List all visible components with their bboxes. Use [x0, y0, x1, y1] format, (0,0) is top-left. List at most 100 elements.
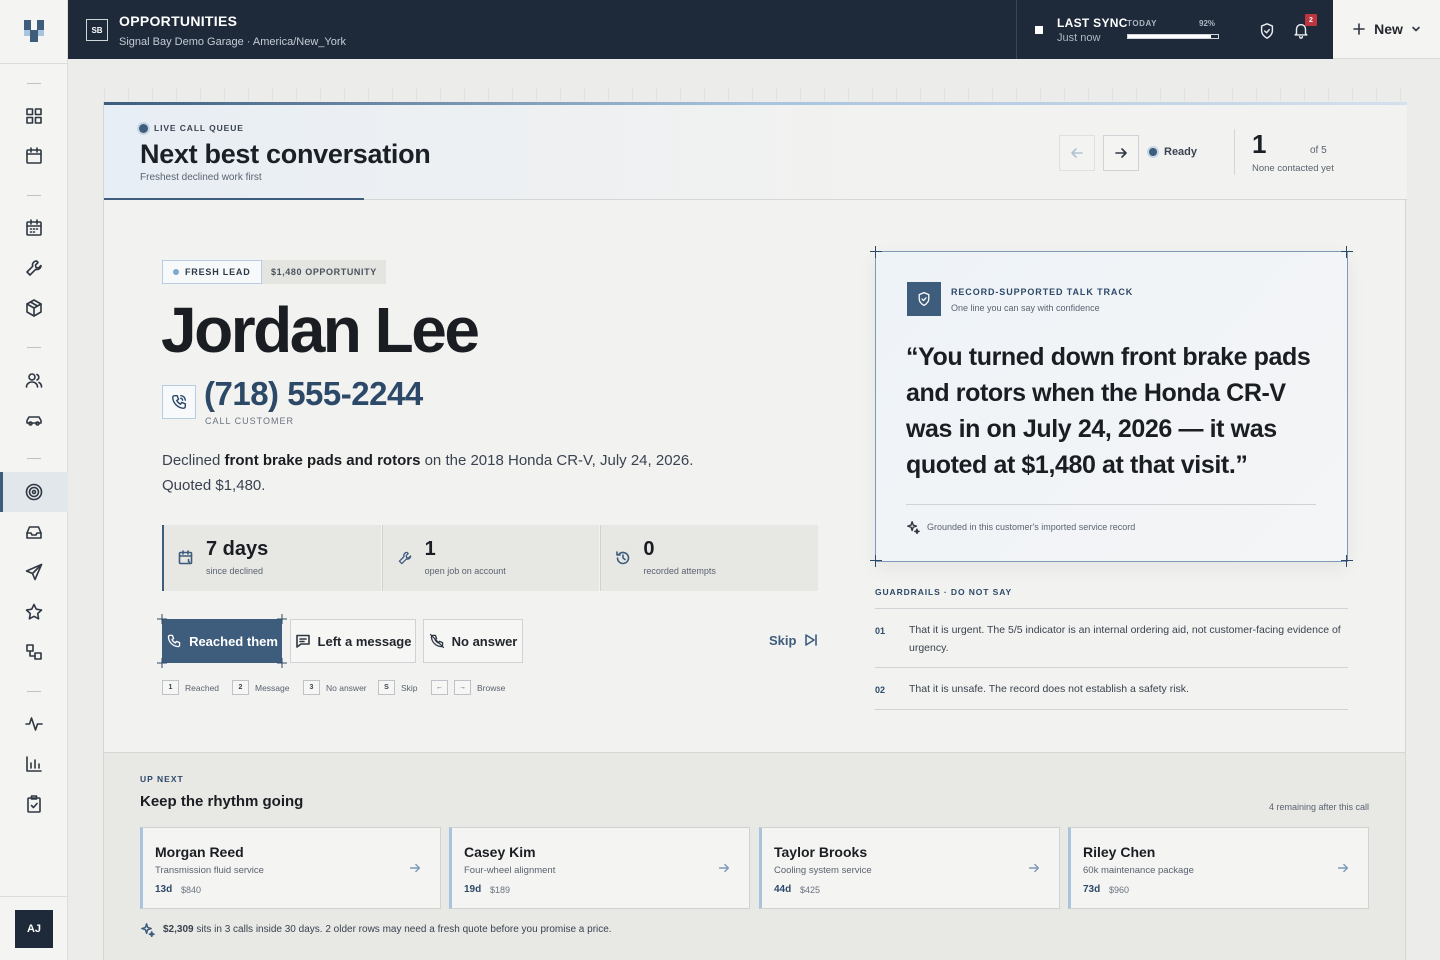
sidebar-item-calendar[interactable]	[0, 136, 68, 176]
clipboard-check-icon	[24, 794, 44, 814]
up-next-card[interactable]: Casey Kim Four-wheel alignment 19d $189	[449, 827, 750, 909]
left-message-label: Left a message	[317, 633, 412, 649]
sidebar-item-reviews[interactable]	[0, 592, 68, 632]
up-next-title: Keep the rhythm going	[140, 793, 304, 810]
up-next-card[interactable]: Morgan Reed Transmission fluid service 1…	[140, 827, 441, 909]
no-answer-button[interactable]: No answer	[423, 619, 523, 663]
decline-description: Declined front brake pads and rotors on …	[162, 448, 722, 498]
card-amount: $840	[181, 885, 202, 895]
card-name: Casey Kim	[464, 844, 536, 860]
send-icon	[24, 562, 44, 582]
activity-icon	[24, 714, 44, 734]
talk-track-title: RECORD-SUPPORTED TALK TRACK	[951, 287, 1134, 297]
arrow-left-icon	[1069, 145, 1085, 161]
sidebar-item-inbox[interactable]	[0, 512, 68, 552]
inbox-icon	[24, 522, 44, 542]
key-s: S	[378, 680, 395, 695]
new-button[interactable]: New	[1333, 0, 1440, 59]
guardrail-number: 02	[875, 685, 886, 695]
sidebar-item-reports[interactable]	[0, 744, 68, 784]
shortcut-label: Browse	[477, 682, 506, 693]
guardrail-text: That it is unsafe. The record does not e…	[909, 683, 1189, 695]
queue-subtitle: Freshest declined work first	[140, 172, 262, 183]
sidebar-item-vehicles[interactable]	[0, 400, 68, 440]
card-service: 60k maintenance package	[1083, 865, 1194, 876]
top-bar: SB OPPORTUNITIES Signal Bay Demo Garage …	[68, 0, 1333, 59]
shortcut-label: Message	[255, 682, 290, 693]
workflow-icon	[24, 642, 44, 662]
grounded-text: Grounded in this customer's imported ser…	[927, 522, 1136, 532]
skip-button[interactable]: Skip	[769, 632, 819, 648]
stat-attempts: 0 recorded attempts	[600, 525, 819, 591]
grid-icon	[24, 106, 44, 126]
card-days: 44d	[774, 884, 792, 895]
queue-status: Ready	[1149, 146, 1197, 158]
fresh-lead-tag: FRESH LEAD	[162, 260, 262, 284]
next-button[interactable]	[1103, 135, 1139, 171]
card-service: Cooling system service	[774, 865, 872, 876]
sidebar-item-campaigns[interactable]	[0, 552, 68, 592]
guardrail-number: 01	[875, 626, 886, 636]
reached-them-button[interactable]: Reached them	[162, 619, 282, 663]
sparkle-icon	[906, 520, 920, 534]
phone-icon	[166, 633, 182, 649]
summary-amount: $2,309	[163, 924, 194, 935]
stat-since-declined: 7 days since declined	[162, 525, 381, 591]
opportunity-value-tag: $1,480 OPPORTUNITY	[262, 260, 386, 284]
shield-check-icon[interactable]	[1258, 22, 1276, 40]
wrench-icon	[24, 258, 44, 278]
card-amount: $960	[1109, 885, 1130, 895]
shield-check-icon	[907, 282, 941, 316]
sidebar-item-inventory[interactable]	[0, 288, 68, 328]
queue-status-text: Ready	[1164, 146, 1198, 158]
chevron-down-icon	[1411, 24, 1421, 34]
skip-forward-icon	[803, 632, 819, 648]
call-customer-label: CALL CUSTOMER	[205, 416, 295, 426]
users-icon	[24, 370, 44, 390]
shortcut-reached: 1 Reached	[162, 680, 219, 695]
workspace-badge[interactable]: SB	[86, 19, 108, 41]
up-next-card[interactable]: Taylor Brooks Cooling system service 44d…	[759, 827, 1060, 909]
stat-open-jobs: 1 open job on account	[381, 525, 600, 591]
sidebar-item-jobs[interactable]	[0, 248, 68, 288]
fresh-lead-text: FRESH LEAD	[185, 267, 251, 277]
sidebar-item-dashboard[interactable]	[0, 96, 68, 136]
shortcut-skip: S Skip	[378, 680, 418, 695]
card-days: 73d	[1083, 884, 1101, 895]
user-avatar[interactable]: AJ	[15, 910, 53, 948]
left-message-button[interactable]: Left a message	[290, 619, 416, 663]
star-icon	[24, 602, 44, 622]
desc-service: front brake pads and rotors	[224, 452, 421, 469]
page-subtitle: Signal Bay Demo Garage · America/New_Yor…	[119, 36, 347, 48]
sidebar-item-schedule[interactable]	[0, 208, 68, 248]
key-1: 1	[162, 680, 179, 695]
shortcut-label: No answer	[326, 682, 367, 693]
phone-call-icon[interactable]	[162, 385, 196, 419]
card-service: Four-wheel alignment	[464, 865, 556, 876]
app-logo[interactable]	[22, 18, 46, 44]
guardrails-title: GUARDRAILS · DO NOT SAY	[875, 587, 1348, 609]
card-service: Transmission fluid service	[155, 865, 264, 876]
card-name: Riley Chen	[1083, 844, 1156, 860]
key-2: 2	[232, 680, 249, 695]
sidebar-item-activity[interactable]	[0, 704, 68, 744]
sidebar: AJ	[0, 0, 68, 960]
key-right: →	[454, 680, 471, 695]
sync-indicator	[1035, 26, 1043, 34]
up-next-card[interactable]: Riley Chen 60k maintenance package 73d $…	[1068, 827, 1369, 909]
queue-eyebrow: LIVE CALL QUEUE	[139, 123, 244, 133]
call-queue-panel: LIVE CALL QUEUE Next best conversation F…	[103, 89, 1407, 960]
lead-stats: 7 days since declined 1 open job on acco…	[162, 525, 819, 591]
previous-button[interactable]	[1059, 135, 1095, 171]
calendar-grid-icon	[24, 218, 44, 238]
sidebar-item-tasks[interactable]	[0, 784, 68, 824]
notification-badge: 2	[1305, 14, 1317, 26]
sidebar-item-automations[interactable]	[0, 632, 68, 672]
summary-text: sits in 3 calls inside 30 days. 2 older …	[193, 924, 612, 935]
grounded-note: Grounded in this customer's imported ser…	[906, 520, 1135, 534]
sidebar-item-customers[interactable]	[0, 360, 68, 400]
card-days: 19d	[464, 884, 482, 895]
customer-phone-link[interactable]: (718) 555-2244	[204, 375, 423, 413]
sync-today-label: TODAY	[1127, 19, 1158, 28]
sidebar-item-opportunities[interactable]	[0, 472, 68, 512]
